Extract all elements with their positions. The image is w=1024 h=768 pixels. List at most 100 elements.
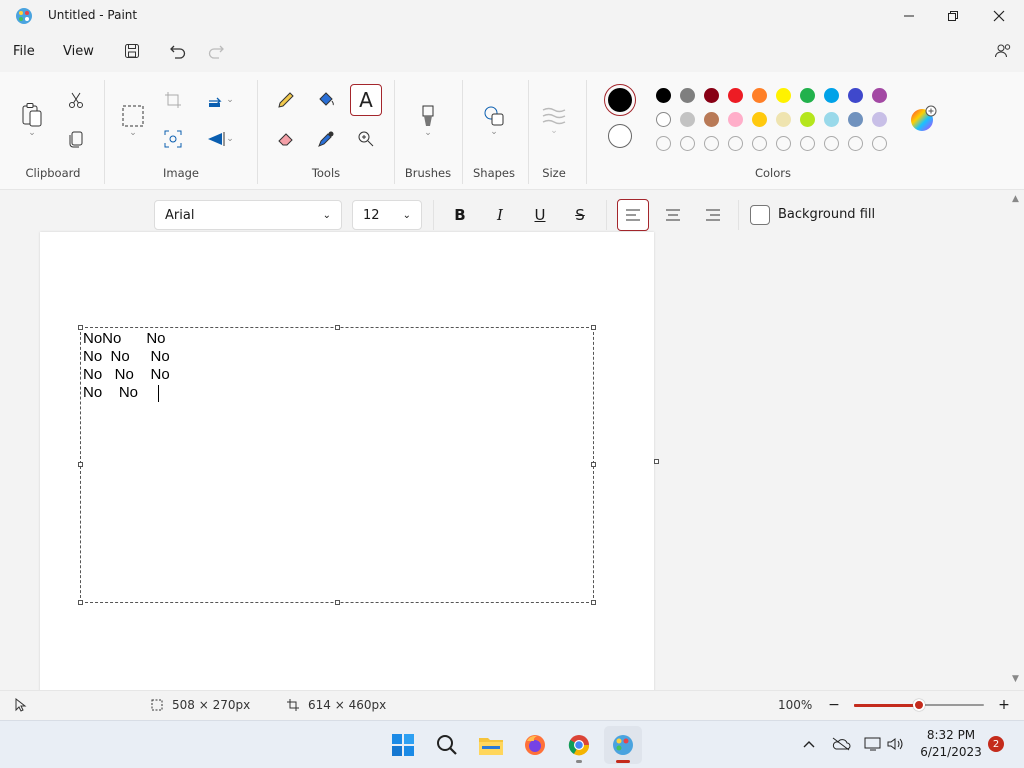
copy-button[interactable] <box>60 123 92 155</box>
palette-swatch[interactable] <box>680 112 695 127</box>
palette-empty-swatch[interactable] <box>848 136 863 151</box>
save-button[interactable] <box>119 40 145 62</box>
menu-view[interactable]: View <box>63 44 94 59</box>
account-button[interactable] <box>990 40 1016 62</box>
paint-taskbar-button[interactable] <box>604 726 642 764</box>
palette-swatch[interactable] <box>824 88 839 103</box>
volume-button[interactable] <box>886 734 906 754</box>
palette-swatch[interactable] <box>776 88 791 103</box>
start-button[interactable] <box>384 726 422 764</box>
palette-swatch[interactable] <box>728 88 743 103</box>
crop-button[interactable] <box>157 84 189 116</box>
color-picker-tool[interactable] <box>310 123 342 155</box>
vertical-scrollbar[interactable] <box>1010 190 1024 690</box>
palette-empty-swatch[interactable] <box>752 136 767 151</box>
pencil-tool[interactable] <box>270 84 302 116</box>
zoom-slider-thumb[interactable] <box>913 699 925 711</box>
redo-button[interactable] <box>203 40 229 62</box>
resize-handle-ne[interactable] <box>591 325 596 330</box>
size-button[interactable]: ⌄ <box>538 96 570 146</box>
cut-button[interactable] <box>60 84 92 116</box>
secondary-color[interactable] <box>608 124 632 148</box>
shapes-button[interactable]: ⌄ <box>478 96 510 146</box>
align-center-button[interactable] <box>658 201 688 229</box>
network-button[interactable] <box>862 734 884 754</box>
minimize-button[interactable] <box>886 0 932 32</box>
fill-tool[interactable] <box>310 84 342 116</box>
palette-empty-swatch[interactable] <box>656 136 671 151</box>
palette-swatch[interactable] <box>800 88 815 103</box>
align-right-icon <box>706 209 720 221</box>
palette-swatch[interactable] <box>656 112 671 127</box>
palette-empty-swatch[interactable] <box>680 136 695 151</box>
rotate-button[interactable]: ⌄ <box>200 86 240 114</box>
resize-handle-n[interactable] <box>335 325 340 330</box>
palette-empty-swatch[interactable] <box>872 136 887 151</box>
text-tool[interactable]: A <box>350 84 382 116</box>
file-explorer-button[interactable] <box>472 726 510 764</box>
palette-empty-swatch[interactable] <box>728 136 743 151</box>
zoom-slider[interactable] <box>854 699 984 711</box>
palette-swatch[interactable] <box>656 88 671 103</box>
palette-empty-swatch[interactable] <box>776 136 791 151</box>
palette-empty-swatch[interactable] <box>704 136 719 151</box>
scroll-down-icon[interactable]: ▼ <box>1012 674 1019 684</box>
palette-swatch[interactable] <box>800 112 815 127</box>
palette-swatch[interactable] <box>872 88 887 103</box>
onedrive-button[interactable] <box>830 734 852 754</box>
resize-handle-s[interactable] <box>335 600 340 605</box>
palette-swatch[interactable] <box>824 112 839 127</box>
resize-handle-se[interactable] <box>591 600 596 605</box>
undo-button[interactable] <box>165 40 191 62</box>
menu-file[interactable]: File <box>13 44 35 59</box>
clock-date[interactable]: 6/21/2023 <box>916 745 986 759</box>
font-size-dropdown[interactable]: 12 ⌄ <box>352 200 422 230</box>
palette-swatch[interactable] <box>752 112 767 127</box>
background-fill-checkbox[interactable] <box>750 205 770 225</box>
firefox-button[interactable] <box>516 726 554 764</box>
palette-swatch[interactable] <box>848 112 863 127</box>
brushes-button[interactable]: ⌄ <box>412 96 444 146</box>
palette-swatch[interactable] <box>704 112 719 127</box>
palette-swatch[interactable] <box>680 88 695 103</box>
palette-swatch[interactable] <box>728 112 743 127</box>
palette-swatch[interactable] <box>752 88 767 103</box>
resize-handle-w[interactable] <box>78 462 83 467</box>
palette-empty-swatch[interactable] <box>800 136 815 151</box>
font-family-dropdown[interactable]: Arial ⌄ <box>154 200 342 230</box>
flip-button[interactable]: ⌄ <box>200 125 240 153</box>
close-button[interactable] <box>976 0 1022 32</box>
zoom-in-button[interactable]: + <box>994 696 1014 714</box>
scroll-up-icon[interactable]: ▲ <box>1012 194 1019 204</box>
italic-button[interactable]: I <box>485 201 515 229</box>
show-hidden-icons-button[interactable] <box>800 734 818 754</box>
strikethrough-button[interactable]: S <box>565 201 595 229</box>
zoom-out-button[interactable]: − <box>824 696 844 714</box>
align-right-button[interactable] <box>698 201 728 229</box>
image-select-button[interactable] <box>157 123 189 155</box>
maximize-button[interactable] <box>930 0 976 32</box>
notification-badge[interactable]: 2 <box>988 736 1004 752</box>
canvas-resize-handle[interactable] <box>654 459 659 464</box>
bold-button[interactable]: B <box>445 201 475 229</box>
edit-colors-button[interactable] <box>908 104 938 134</box>
eraser-tool[interactable] <box>270 123 302 155</box>
search-button[interactable] <box>428 726 466 764</box>
select-button[interactable]: ⌄ <box>117 96 149 146</box>
magnifier-tool[interactable] <box>350 123 382 155</box>
primary-color[interactable] <box>604 84 636 116</box>
palette-swatch[interactable] <box>848 88 863 103</box>
align-left-button[interactable] <box>617 199 649 231</box>
palette-empty-swatch[interactable] <box>824 136 839 151</box>
palette-swatch[interactable] <box>704 88 719 103</box>
clock-time[interactable]: 8:32 PM <box>916 728 986 742</box>
paste-button[interactable]: ⌄ <box>16 94 48 146</box>
underline-button[interactable]: U <box>525 201 555 229</box>
chrome-button[interactable] <box>560 726 598 764</box>
palette-swatch[interactable] <box>776 112 791 127</box>
resize-handle-e[interactable] <box>591 462 596 467</box>
resize-handle-sw[interactable] <box>78 600 83 605</box>
chevron-down-icon: ⌄ <box>550 126 558 136</box>
palette-swatch[interactable] <box>872 112 887 127</box>
stroke-size-icon <box>542 107 566 125</box>
